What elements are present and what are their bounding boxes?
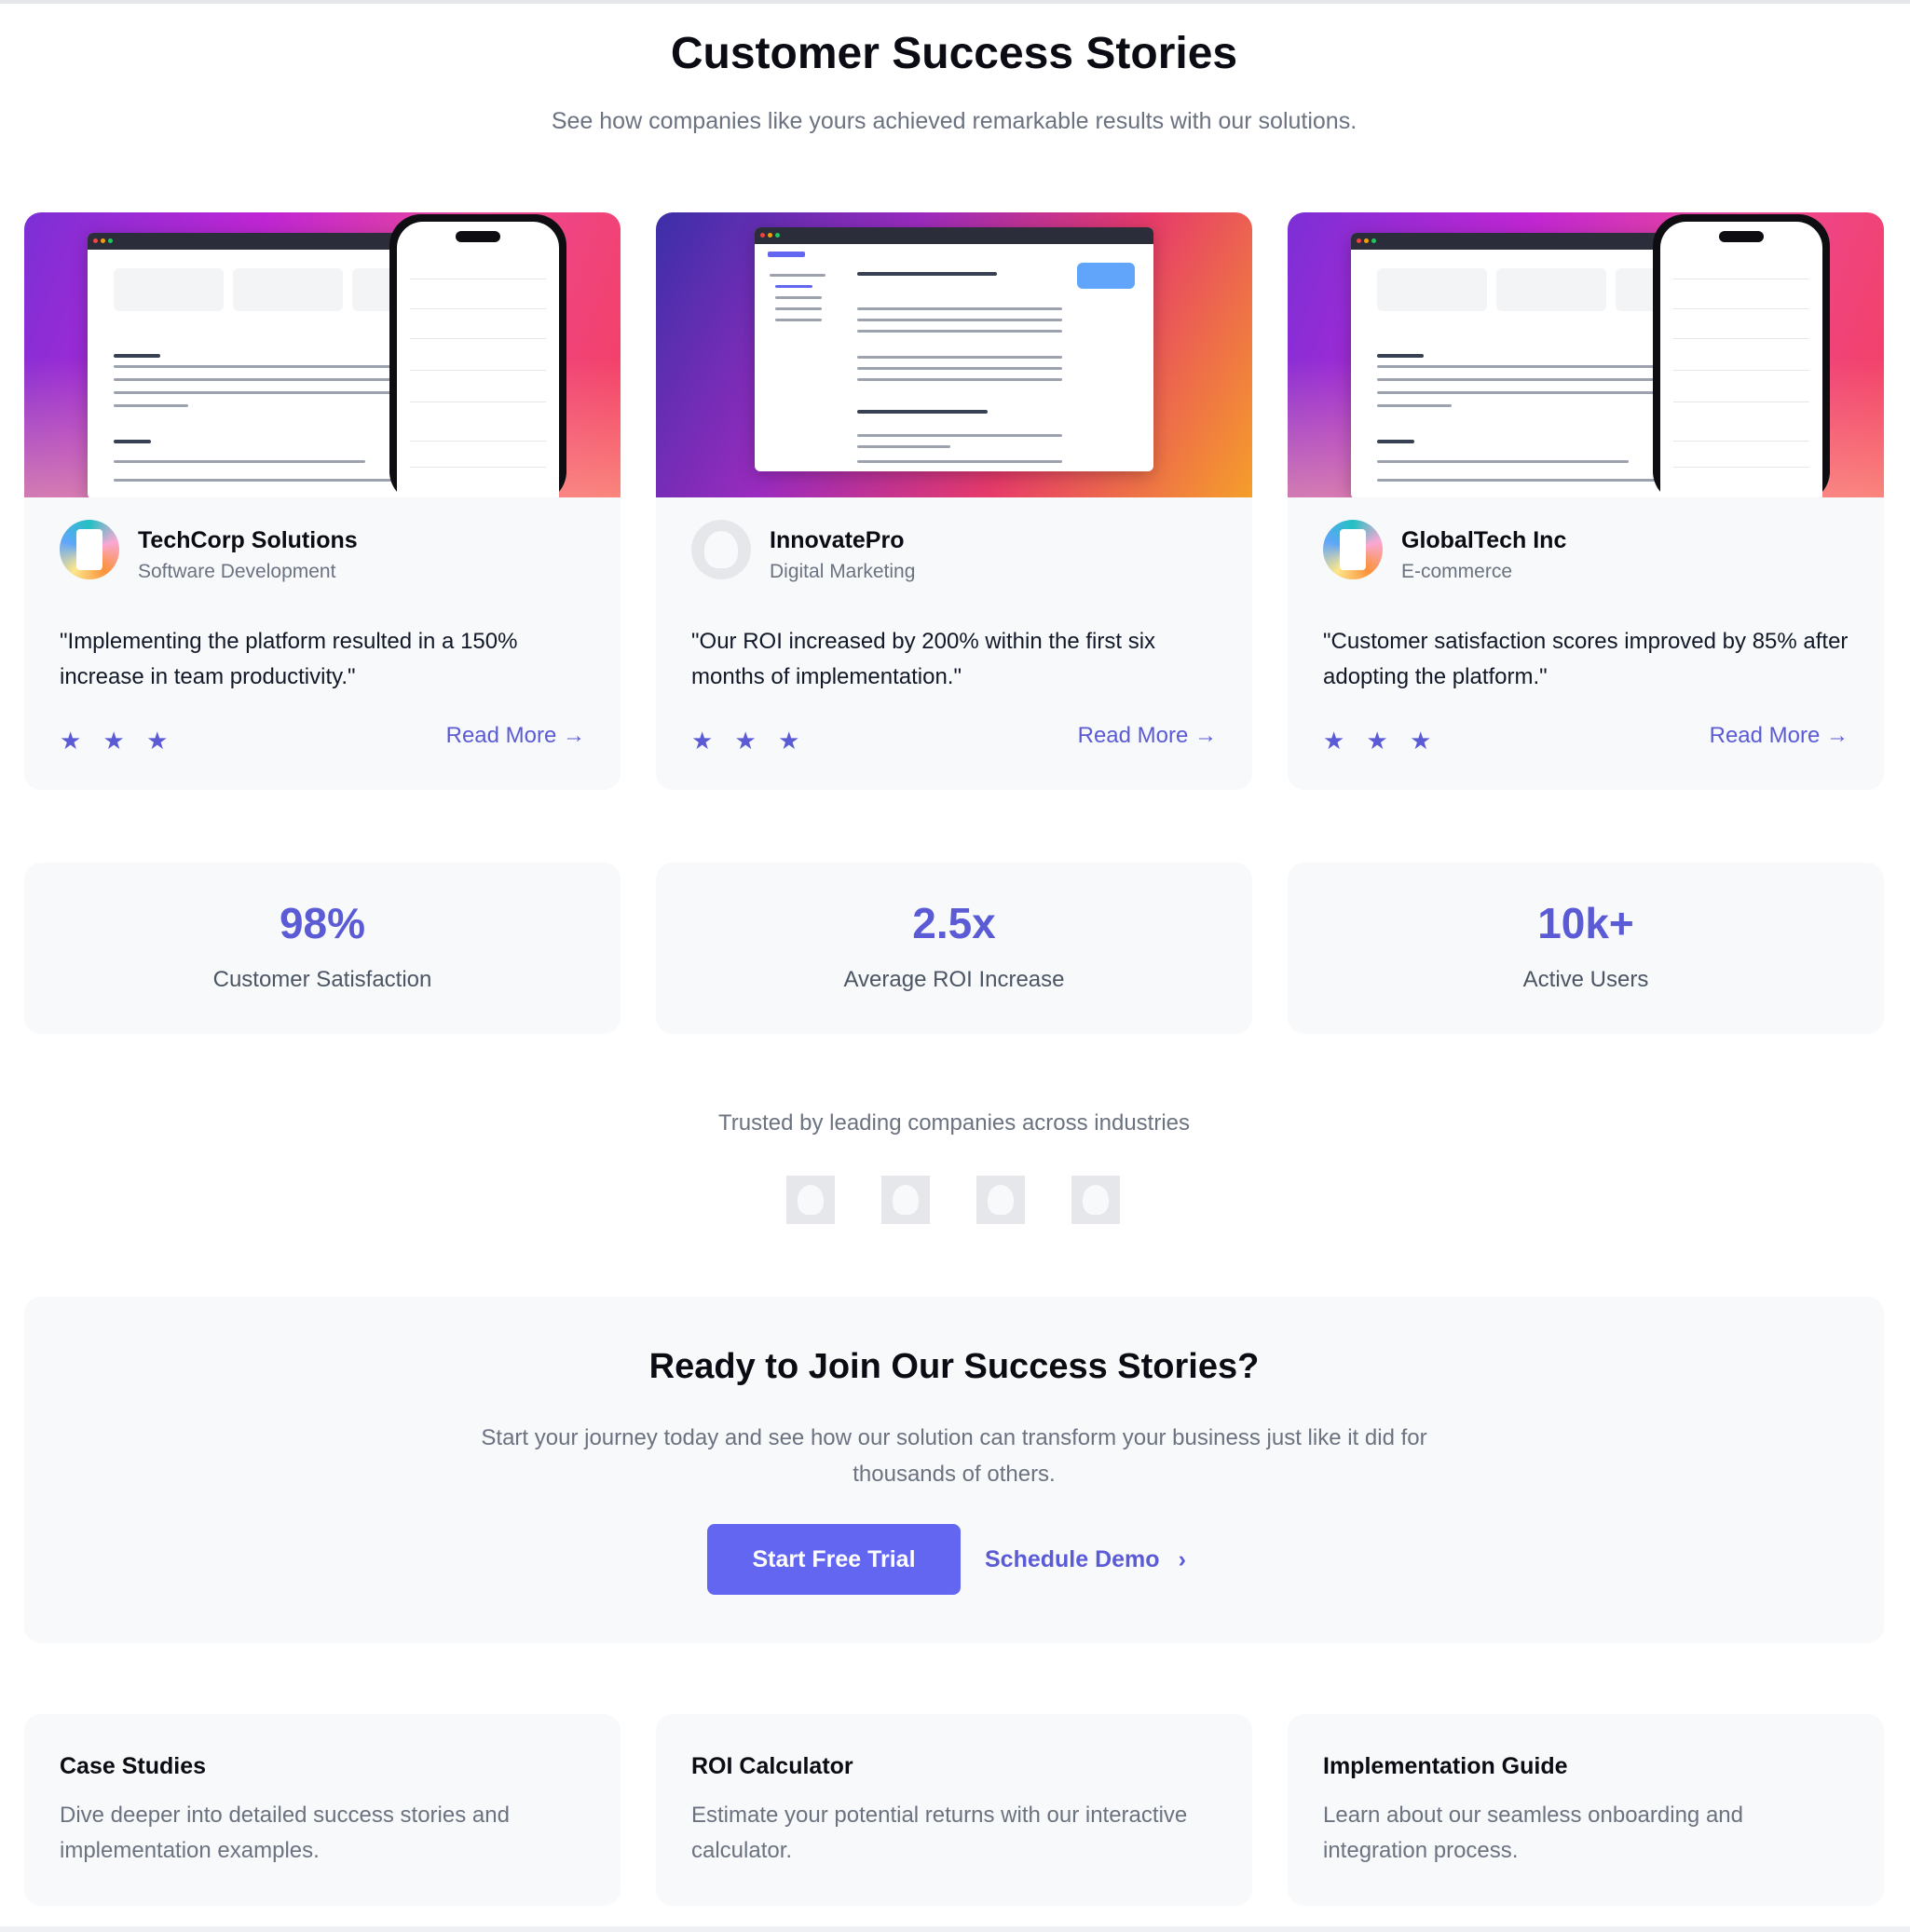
story-screenshot [1288,212,1884,497]
resources-row: Case Studies Dive deeper into detailed s… [24,1714,1884,1906]
company-name: TechCorp Solutions [138,527,358,553]
company-industry: Software Development [138,561,336,582]
resource-title: Implementation Guide [1323,1753,1568,1779]
testimonial-quote: "Our ROI increased by 200% within the fi… [691,629,1156,689]
schedule-demo-link[interactable]: Schedule Demo › [985,1546,1186,1573]
stat-label: Customer Satisfaction [212,967,432,992]
story-card: TechCorp Solutions Software Development … [24,212,621,790]
read-more-link[interactable]: Read More → [1078,723,1217,749]
partner-logo-icon [1071,1176,1120,1224]
stat-card: 10k+ Active Users [1288,863,1884,1034]
chevron-right-icon: › [1178,1546,1186,1572]
page-subtitle: See how companies like yours achieved re… [551,108,1357,134]
resource-description: Learn about our seamless onboarding and … [1323,1803,1743,1863]
stat-value: 10k+ [1537,899,1634,947]
read-more-link[interactable]: Read More → [1710,723,1849,749]
story-card: GlobalTech Inc E-commerce "Customer sati… [1288,212,1884,790]
resource-card-case-studies[interactable]: Case Studies Dive deeper into detailed s… [24,1714,621,1906]
resource-description: Dive deeper into detailed success storie… [60,1803,510,1863]
resource-card-roi-calculator[interactable]: ROI Calculator Estimate your potential r… [656,1714,1252,1906]
start-free-trial-button[interactable]: Start Free Trial [707,1524,961,1595]
stat-value: 98% [279,899,366,947]
company-industry: E-commerce [1401,561,1513,582]
star-icon: ★ ★ ★ [1323,727,1439,755]
testimonial-quote: "Implementing the platform resulted in a… [60,629,518,689]
stat-card: 98% Customer Satisfaction [24,863,621,1034]
partner-logo-icon [786,1176,835,1224]
stat-label: Average ROI Increase [843,967,1065,992]
story-cards: TechCorp Solutions Software Development … [24,212,1884,790]
company-avatar [691,520,751,579]
resource-card-implementation-guide[interactable]: Implementation Guide Learn about our sea… [1288,1714,1884,1906]
story-screenshot [24,212,621,497]
star-icon: ★ ★ ★ [60,727,176,755]
company-industry: Digital Marketing [770,561,916,582]
trusted-by-text: Trusted by leading companies across indu… [717,1110,1191,1136]
stat-label: Active Users [1522,967,1649,992]
star-icon: ★ ★ ★ [691,727,808,755]
top-border [0,0,1910,4]
testimonial-quote: "Customer satisfaction scores improved b… [1323,629,1849,689]
resource-title: Case Studies [60,1753,207,1779]
resource-title: ROI Calculator [691,1753,853,1779]
read-more-link[interactable]: Read More → [446,723,585,749]
page-title: Customer Success Stories [670,29,1238,78]
story-card: InnovatePro Digital Marketing "Our ROI i… [656,212,1252,790]
story-screenshot [656,212,1252,497]
company-avatar [1323,520,1383,579]
company-avatar [60,520,119,579]
resource-description: Estimate your potential returns with our… [691,1803,1188,1863]
cta-section: Ready to Join Our Success Stories? Start… [24,1297,1884,1643]
stat-value: 2.5x [912,899,996,947]
company-name: InnovatePro [770,527,905,553]
cta-text: Start your journey today and see how our… [481,1425,1427,1487]
stat-card: 2.5x Average ROI Increase [656,863,1252,1034]
partner-logo-icon [976,1176,1025,1224]
company-name: GlobalTech Inc [1401,527,1567,553]
bottom-border [0,1926,1910,1932]
stats-row: 98% Customer Satisfaction 2.5x Average R… [24,863,1884,1034]
cta-title: Ready to Join Our Success Stories? [648,1347,1260,1386]
partner-logo-icon [881,1176,930,1224]
schedule-demo-label: Schedule Demo [985,1546,1160,1572]
